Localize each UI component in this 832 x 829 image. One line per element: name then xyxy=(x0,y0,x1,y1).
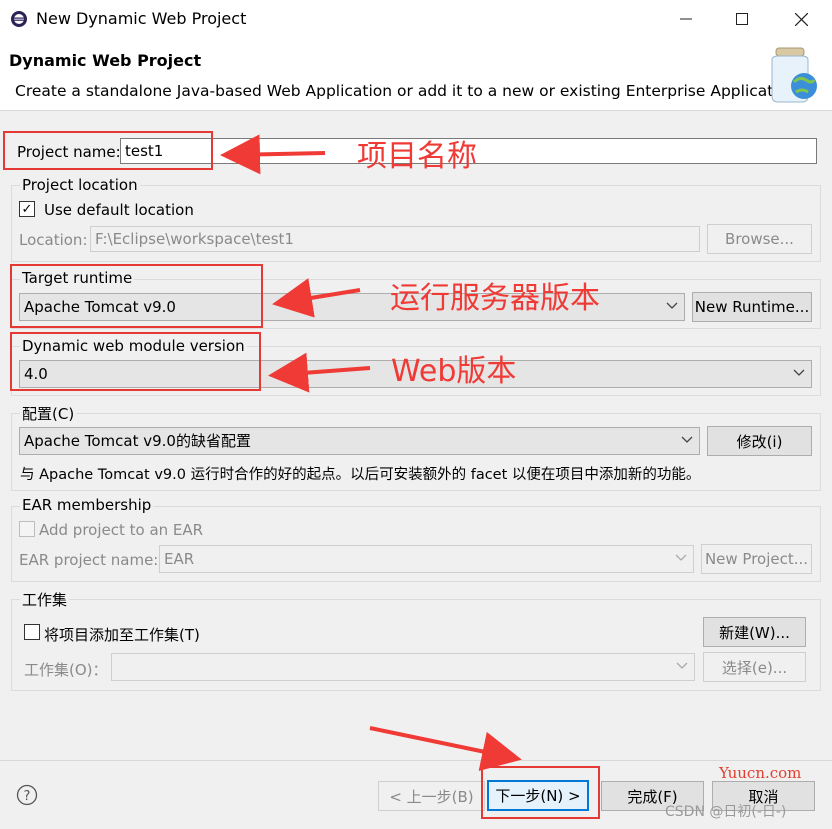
arrow-to-next-button xyxy=(369,726,522,772)
csdn-watermark: CSDN @日初(-日-) xyxy=(665,804,787,820)
site-watermark: Yuucn.com xyxy=(719,764,802,782)
arrow-to-project-name xyxy=(220,134,326,175)
arrow-to-target-runtime xyxy=(272,278,361,318)
annotation-runtime: 运行服务器版本 xyxy=(390,281,600,316)
annotation-web-version: Web版本 xyxy=(391,354,517,389)
annotation-project-name: 项目名称 xyxy=(357,139,477,174)
arrow-to-module-version xyxy=(268,352,371,393)
annotation-arrows xyxy=(220,134,522,772)
